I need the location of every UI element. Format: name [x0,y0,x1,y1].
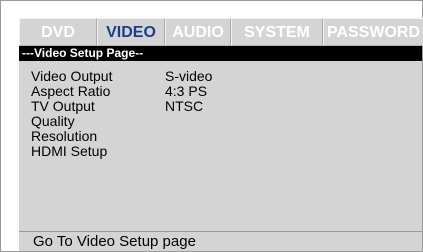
video-setup-panel: ---Video Setup Page-- Video Output S-vid… [19,46,422,231]
setting-aspect-ratio[interactable]: Aspect Ratio 4:3 PS [31,84,331,99]
status-text: Go To Video Setup page [33,233,196,250]
setting-label: HDMI Setup [31,143,108,159]
setting-value: NTSC [165,98,204,114]
tab-video[interactable]: VIDEO [97,18,165,46]
setting-label: Video Output [31,68,113,84]
setting-label: TV Output [31,98,95,114]
tab-dvd[interactable]: DVD [19,18,97,46]
page-title: ---Video Setup Page-- [19,46,422,61]
tab-system[interactable]: SYSTEM [231,18,323,46]
setting-label: Aspect Ratio [31,83,111,99]
setting-tv-output[interactable]: TV Output NTSC [31,99,331,114]
setting-hdmi-setup[interactable]: HDMI Setup [31,144,331,159]
osd-setup-window: DVD VIDEO AUDIO SYSTEM PASSWORD ---Video… [0,0,423,252]
setting-value: 4:3 PS [165,83,208,99]
settings-list: Video Output S-video Aspect Ratio 4:3 PS… [31,69,331,159]
setting-video-output[interactable]: Video Output S-video [31,69,331,84]
setup-tabs: DVD VIDEO AUDIO SYSTEM PASSWORD [19,18,423,46]
tab-password[interactable]: PASSWORD [323,18,423,46]
setting-resolution[interactable]: Resolution [31,129,331,144]
setting-quality[interactable]: Quality [31,114,331,129]
status-bar: Go To Video Setup page [19,231,422,251]
setting-label: Resolution [31,128,98,144]
tab-audio[interactable]: AUDIO [165,18,231,46]
setting-label: Quality [31,113,75,129]
setting-value: S-video [165,68,213,84]
